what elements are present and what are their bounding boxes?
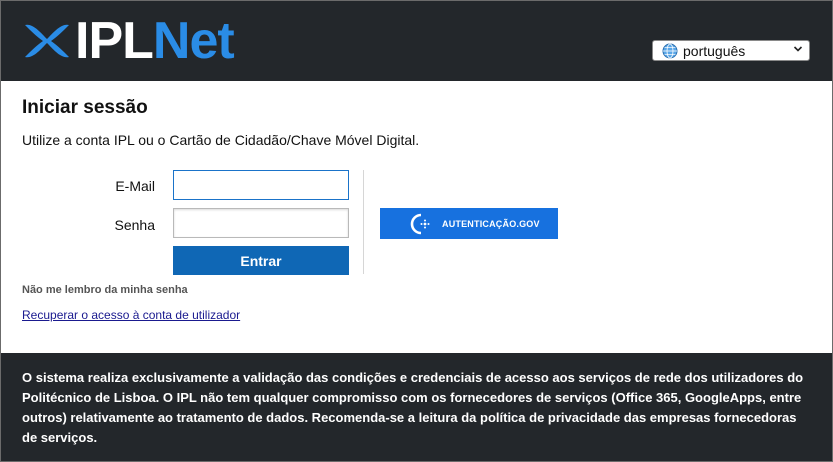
password-field[interactable] [173, 208, 349, 238]
ipl-net-logo: IPLNet [23, 12, 235, 70]
page-title: Iniciar sessão [22, 97, 148, 118]
language-select[interactable]: português [652, 40, 810, 61]
forgot-password-text: Não me lembro da minha senha [22, 284, 188, 296]
autenticacao-gov-label: AUTENTICAÇÃO.GOV [442, 218, 540, 229]
login-panel: Iniciar sessão Utilize a conta IPL ou o … [1, 81, 832, 353]
password-label: Senha [114, 217, 155, 233]
logo-wordmark: IPLNet [75, 12, 235, 70]
email-field[interactable] [173, 170, 349, 200]
logo-net-text: Net [152, 12, 235, 70]
ipl-logo-icon [25, 24, 69, 58]
logo-ipl-text: IPL [75, 12, 154, 70]
privacy-notice-text: O sistema realiza exclusivamente a valid… [22, 370, 804, 445]
recover-account-link[interactable]: Recuperar o acesso à conta de utilizador [22, 308, 240, 322]
login-intro-text: Utilize a conta IPL ou o Cartão de Cidad… [22, 132, 420, 148]
autenticacao-gov-button[interactable]: AUTENTICAÇÃO.GOV [380, 208, 558, 239]
vertical-divider [363, 170, 364, 274]
language-selected-value: português [683, 42, 746, 59]
globe-icon [662, 43, 678, 59]
chevron-down-icon [793, 44, 803, 57]
footer-notice: O sistema realiza exclusivamente a valid… [1, 353, 832, 461]
autenticacao-gov-icon [410, 213, 432, 235]
login-button[interactable]: Entrar [173, 246, 349, 275]
email-label: E-Mail [115, 178, 155, 194]
top-header: IPLNet português [1, 1, 832, 81]
